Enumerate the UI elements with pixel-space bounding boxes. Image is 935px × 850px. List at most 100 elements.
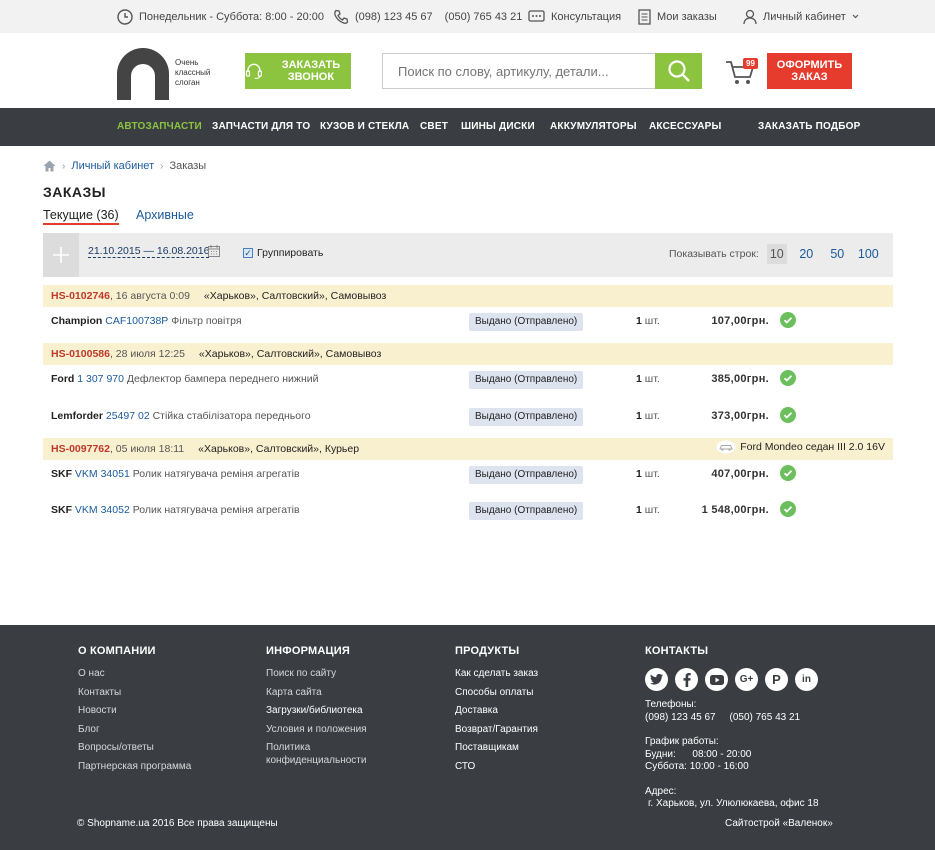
search-icon xyxy=(667,60,690,82)
nav-item-accessories[interactable]: АКСЕССУАРЫ xyxy=(649,108,722,146)
cart[interactable]: 99 xyxy=(725,58,758,91)
tab-current[interactable]: Текущие (36) xyxy=(43,208,119,225)
order-header[interactable]: HS-0097762, 05 июля 18:11 «Харьков», Сал… xyxy=(43,438,893,460)
address-value: г. Харьков, ул. Улюлюкаева, офис 18 xyxy=(648,798,819,809)
home-icon[interactable] xyxy=(43,160,56,172)
nav-item-body-glass[interactable]: КУЗОВ И СТЕКЛА xyxy=(320,108,409,146)
nav-item-batteries[interactable]: АККУМУЛЯТОРЫ xyxy=(550,108,637,146)
document-icon xyxy=(638,8,651,25)
checkout-button[interactable]: Оформить заказ xyxy=(767,53,852,89)
footer-info: ИНФОРМАЦИЯ Поиск по сайту Карта сайта За… xyxy=(266,645,406,773)
item-brand: Ford xyxy=(51,373,75,385)
footer-link-how-to-order[interactable]: Как сделать заказ xyxy=(455,668,538,681)
consult-link[interactable]: Консультация xyxy=(528,0,621,33)
phone-2[interactable]: (050) 765 43 21 xyxy=(445,11,523,23)
logo[interactable] xyxy=(117,48,169,100)
rows-option-50[interactable]: 50 xyxy=(822,244,853,264)
footer-link-privacy[interactable]: Политика конфиденциальности xyxy=(266,742,386,767)
youtube-icon[interactable] xyxy=(705,668,728,691)
search-button[interactable] xyxy=(655,53,702,89)
order-item-row[interactable]: SKF VKM 34051 Ролик натягувача реміня аг… xyxy=(43,461,893,497)
order-item-row[interactable]: Lemforder 25497 02 Стійка стабілізатора … xyxy=(43,403,893,439)
footer-link-downloads[interactable]: Загрузки/библиотека xyxy=(266,705,406,718)
search-input[interactable] xyxy=(383,54,653,88)
rows-option-20[interactable]: 20 xyxy=(791,244,822,264)
nav-item-autoparts[interactable]: АВТОЗАПЧАСТИ xyxy=(117,108,202,146)
twitter-icon[interactable] xyxy=(645,668,668,691)
footer-link-about[interactable]: О нас xyxy=(78,668,191,681)
footer-link-contacts[interactable]: Контакты xyxy=(78,687,191,700)
google-plus-icon[interactable]: G+ xyxy=(735,668,758,691)
footer-link-blog[interactable]: Блог xyxy=(78,724,191,737)
page-title: ЗАКАЗЫ xyxy=(43,184,107,200)
nav-item-light[interactable]: СВЕТ xyxy=(420,108,448,146)
nav-item-tires-wheels[interactable]: ШИНЫ ДИСКИ xyxy=(461,108,535,146)
footer-link-news[interactable]: Новости xyxy=(78,705,191,718)
group-toggle[interactable]: ✓ Группировать xyxy=(243,247,323,259)
item-quantity-unit: шт. xyxy=(644,315,660,327)
breadcrumb-account[interactable]: Личный кабинет xyxy=(71,160,154,172)
item-quantity-unit: шт. xyxy=(644,410,660,422)
footer-link-site-search[interactable]: Поиск по сайту xyxy=(266,668,406,681)
footer-products: ПРОДУКТЫ Как сделать заказ Способы оплат… xyxy=(455,645,538,779)
contact-address: Адрес: г. Харьков, ул. Улюлюкаева, офис … xyxy=(645,786,819,811)
check-circle-icon xyxy=(780,501,796,517)
footer-company: О КОМПАНИИ О нас Контакты Новости Блог В… xyxy=(78,645,191,779)
footer-link-suppliers[interactable]: Поставщикам xyxy=(455,742,538,755)
nav-item-order-selection[interactable]: ЗАКАЗАТЬ ПОДБОР xyxy=(758,108,860,146)
pinterest-icon[interactable]: P xyxy=(765,668,788,691)
top-bar: Понедельник - Суббота: 8:00 - 20:00 (098… xyxy=(0,0,935,33)
calendar-icon[interactable] xyxy=(208,245,220,257)
my-orders-link[interactable]: Мои заказы xyxy=(638,0,717,33)
footer-link-partners[interactable]: Партнерская программа xyxy=(78,761,191,774)
footer-link-sitemap[interactable]: Карта сайта xyxy=(266,687,406,700)
studio-credit[interactable]: Сайтострой «Валенок» xyxy=(725,818,833,829)
item-article[interactable]: 25497 02 xyxy=(106,410,150,422)
expand-filter-button[interactable] xyxy=(43,233,79,277)
item-line: Champion CAF100738P Фільтр повітря xyxy=(51,315,242,327)
rows-option-10[interactable]: 10 xyxy=(766,244,787,264)
item-article[interactable]: VKM 34051 xyxy=(75,468,130,480)
order-item-row[interactable]: SKF VKM 34052 Ролик натягувача реміня аг… xyxy=(43,497,893,533)
footer-link-delivery[interactable]: Доставка xyxy=(455,705,538,718)
check-circle-icon xyxy=(780,370,796,386)
item-quantity: 1 шт. xyxy=(636,504,660,516)
item-price: 385,00грн. xyxy=(711,373,769,385)
status-badge: Выдано (Отправлено) xyxy=(469,502,584,520)
order-number[interactable]: HS-0102746 xyxy=(51,290,110,302)
nav-item-maintenance-parts[interactable]: ЗАПЧАСТИ ДЛЯ ТО xyxy=(212,108,310,146)
date-range-picker[interactable]: 21.10.2015 — 16.08.2016 xyxy=(88,245,210,258)
order-header[interactable]: HS-0100586, 28 июля 12:25 «Харьков», Сал… xyxy=(43,343,893,365)
footer-link-sto[interactable]: СТО xyxy=(455,761,538,774)
linkedin-icon[interactable]: in xyxy=(795,668,818,691)
order-item-row[interactable]: Ford 1 307 970 Дефлектор бампера передне… xyxy=(43,366,893,402)
order-number[interactable]: HS-0097762 xyxy=(51,443,110,455)
item-article[interactable]: VKM 34052 xyxy=(75,504,130,516)
order-item-row[interactable]: Champion CAF100738P Фільтр повітря Выдан… xyxy=(43,308,893,344)
facebook-icon[interactable] xyxy=(675,668,698,691)
item-price: 373,00грн. xyxy=(711,410,769,422)
item-brand: Champion xyxy=(51,315,103,327)
footer-link-returns[interactable]: Возврат/Гарантия xyxy=(455,724,538,737)
hours-weekdays: Будни: 08:00 - 20:00 xyxy=(645,748,752,760)
footer-link-faq[interactable]: Вопросы/ответы xyxy=(78,742,191,755)
call-back-button[interactable]: Заказать звонок xyxy=(245,53,351,89)
footer-link-terms[interactable]: Условия и положения xyxy=(266,724,406,737)
item-article[interactable]: CAF100738P xyxy=(105,315,168,327)
rows-option-100[interactable]: 100 xyxy=(853,244,884,264)
footer: О КОМПАНИИ О нас Контакты Новости Блог В… xyxy=(0,625,935,850)
item-article[interactable]: 1 307 970 xyxy=(77,373,124,385)
filter-bar: 21.10.2015 — 16.08.2016 ✓ Группировать П… xyxy=(43,233,893,277)
footer-link-payment[interactable]: Способы оплаты xyxy=(455,687,538,700)
my-orders-label: Мои заказы xyxy=(657,10,717,23)
group-checkbox[interactable]: ✓ xyxy=(243,248,253,258)
order-header[interactable]: HS-0102746, 16 августа 0:09 «Харьков», С… xyxy=(43,285,893,307)
item-quantity-unit: шт. xyxy=(644,468,660,480)
order-delivery: «Харьков», Салтовский», Самовывоз xyxy=(198,348,382,360)
phones-label: Телефоны: xyxy=(645,699,697,710)
account-menu[interactable]: Личный кабинет xyxy=(743,0,859,33)
phone-1[interactable]: (098) 123 45 67 xyxy=(355,11,433,23)
order-number[interactable]: HS-0100586 xyxy=(51,348,110,360)
tab-archive[interactable]: Архивные xyxy=(136,208,194,223)
address-label: Адрес: xyxy=(645,785,677,797)
